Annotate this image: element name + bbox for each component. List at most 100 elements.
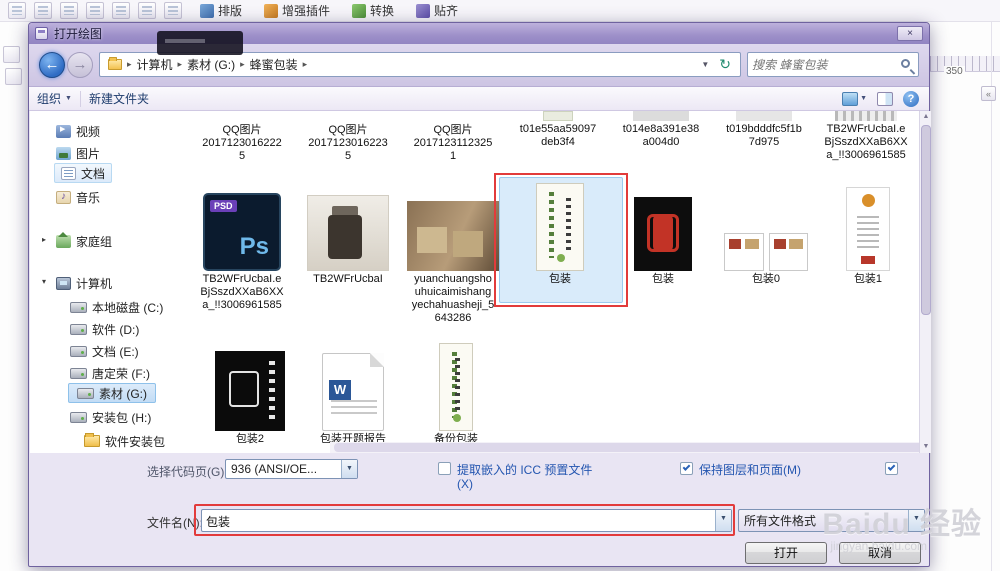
file-item[interactable]: TB2WFrUcbaI [298, 176, 398, 286]
snap-icon [416, 3, 431, 18]
file-item[interactable]: 包装1 [818, 176, 918, 286]
breadcrumb-drive-g[interactable]: 素材 (G:) [183, 56, 239, 73]
toolbox-icon[interactable] [3, 46, 20, 63]
convert-icon [352, 3, 367, 18]
file-item[interactable]: yuanchuangsho uhuicaimishang yechahuashe… [403, 176, 503, 325]
drive-icon [70, 411, 87, 423]
new-folder-button[interactable]: 新建文件夹 [81, 87, 157, 110]
cancel-button[interactable]: 取消 [839, 542, 921, 564]
icc-checkbox[interactable] [438, 462, 451, 475]
file-item[interactable]: 包装 [613, 176, 713, 286]
horizontal-scrollbar[interactable] [330, 442, 920, 453]
refresh-icon[interactable]: ↻ [714, 56, 736, 73]
sidebar-item-drive-h[interactable]: 安装包 (H:) [70, 407, 151, 427]
sidebar-item-drive-f[interactable]: 唐定荣 (F:) [70, 363, 150, 383]
file-item[interactable]: QQ图片2017123016223 5 [298, 111, 398, 163]
app-toolbar-icon[interactable] [138, 2, 156, 19]
app-toolbar-icon[interactable] [60, 2, 78, 19]
new-folder-label: 新建文件夹 [88, 92, 149, 106]
help-icon[interactable]: ? [903, 90, 919, 107]
address-dropdown-icon[interactable]: ▼ [696, 60, 714, 69]
sidebar-item-music[interactable]: 音乐 [56, 187, 100, 207]
search-input[interactable] [752, 54, 892, 75]
search-icon [901, 59, 910, 68]
tab-enhanced-plugins[interactable]: 增强插件 [260, 1, 334, 21]
app-toolbar-icon[interactable] [112, 2, 130, 19]
keep-layers-label[interactable]: 保持图层和页面(M) [699, 461, 801, 478]
file-item[interactable]: t019bdddfc5f1b 7d975 [714, 111, 814, 149]
filetype-select[interactable]: 所有文件格式 ▼ [738, 509, 925, 532]
folder-icon [108, 57, 122, 70]
keep-layers-checkbox[interactable] [680, 462, 693, 475]
chevron-down-icon: ▼ [65, 95, 72, 102]
tab-plugins-label: 增强插件 [282, 4, 331, 18]
toolbox-icon[interactable] [5, 68, 22, 85]
sidebar-item-drive-d[interactable]: 软件 (D:) [70, 319, 139, 339]
file-item[interactable]: 备份包装 [406, 341, 506, 446]
breadcrumb-computer[interactable]: 计算机 [133, 56, 177, 73]
psd-file-icon: PSD Ps [203, 193, 281, 271]
tab-snap[interactable]: 贴齐 [412, 1, 462, 21]
file-item[interactable]: 包装2 [200, 341, 300, 446]
app-toolbar-icon[interactable] [164, 2, 182, 19]
vertical-scrollbar[interactable]: ▲ ▼ [919, 111, 931, 453]
sidebar-item-homegroup[interactable]: 家庭组 [56, 231, 112, 251]
organize-button[interactable]: 组织 ▼ [29, 87, 80, 110]
tree-expander-icon[interactable]: ▾ [42, 277, 46, 286]
back-button[interactable]: ← [39, 52, 65, 78]
sidebar-item-drive-g[interactable]: 素材 (G:) [68, 383, 156, 403]
extra-checkbox[interactable] [885, 462, 898, 475]
tab-layout[interactable]: 排版 [196, 1, 246, 21]
preview-pane-icon[interactable] [877, 91, 893, 106]
tall-package-thumbnail [846, 187, 890, 271]
layout-icon [200, 3, 214, 18]
thumbnail-clipped [835, 111, 897, 121]
app-toolbar-icon[interactable] [8, 2, 26, 19]
breadcrumb[interactable]: ▸ 计算机 ▸ 素材 (G:) ▸ 蜂蜜包装 ▸ ▼ ↻ [99, 52, 741, 77]
forward-button[interactable]: → [67, 52, 93, 78]
search-box[interactable] [747, 52, 919, 77]
sidebar-item-drive-c[interactable]: 本地磁盘 (C:) [70, 297, 163, 317]
scrollbar-thumb[interactable] [334, 443, 920, 452]
scroll-up-icon[interactable]: ▲ [920, 111, 932, 123]
chevron-down-icon: ▼ [341, 460, 357, 478]
file-item[interactable]: W 包装开题报告 [303, 341, 403, 446]
screen: 排版 增强插件 转换 贴齐 350 « 打开绘图 × ← → ▸ 计算机 ▸ 素… [0, 0, 1000, 571]
black-seal-white-thumbnail [215, 351, 285, 431]
checkmark-icon [682, 463, 691, 471]
file-item[interactable]: t014e8a391e38 a004d0 [611, 111, 711, 149]
sidebar-item-pictures[interactable]: 图片 [56, 143, 100, 163]
scroll-down-icon[interactable]: ▼ [920, 441, 932, 453]
sidebar-item-software-folder[interactable]: 软件安装包 [84, 431, 165, 451]
file-item[interactable]: QQ图片2017123112325 1 [403, 111, 503, 163]
sidebar-item-videos[interactable]: 视频 [56, 121, 100, 141]
docker-collapse-icon[interactable]: « [981, 86, 996, 101]
open-button[interactable]: 打开 [745, 542, 827, 564]
tree-expander-icon[interactable]: ▸ [42, 235, 46, 244]
file-item[interactable]: 包装0 [716, 176, 816, 286]
file-item[interactable]: PSD Ps TB2WFrUcbaI.e BjSszdXXaB6XX a_!!30… [192, 176, 292, 312]
document-library-icon [61, 166, 76, 180]
views-button[interactable]: ▼ [842, 91, 867, 106]
scrollbar-thumb[interactable] [921, 125, 931, 315]
annotation-box-filename [194, 504, 735, 536]
sidebar-item-documents[interactable]: 文档 [54, 163, 113, 183]
file-item[interactable]: t01e55aa59097 deb3f4 [508, 111, 608, 149]
file-item[interactable]: QQ图片2017123016222 5 [192, 111, 292, 163]
sidebar-item-computer[interactable]: 计算机 [56, 273, 112, 293]
sidebar-item-drive-e[interactable]: 文档 (E:) [70, 341, 139, 361]
black-seal-thumbnail [634, 197, 692, 271]
icc-checkbox-label2[interactable]: (X) [457, 477, 473, 491]
breadcrumb-honey-package[interactable]: 蜂蜜包装 [246, 56, 302, 73]
close-button[interactable]: × [897, 26, 923, 41]
chevron-right-icon[interactable]: ▸ [302, 59, 309, 70]
app-toolbar-icon[interactable] [86, 2, 104, 19]
package-design-thumbnail [439, 343, 473, 431]
codepage-select[interactable]: 936 (ANSI/OE... ▼ [225, 459, 358, 479]
tab-convert[interactable]: 转换 [348, 1, 398, 21]
icc-checkbox-label[interactable]: 提取嵌入的 ICC 预置文件 [457, 461, 592, 478]
file-item[interactable]: TB2WFrUcbaI.e BjSszdXXaB6XX a_!!30069615… [816, 111, 916, 162]
tab-convert-label: 转换 [370, 4, 395, 18]
app-toolbar-icon[interactable] [34, 2, 52, 19]
command-bar-right: ▼ ? [842, 90, 929, 107]
